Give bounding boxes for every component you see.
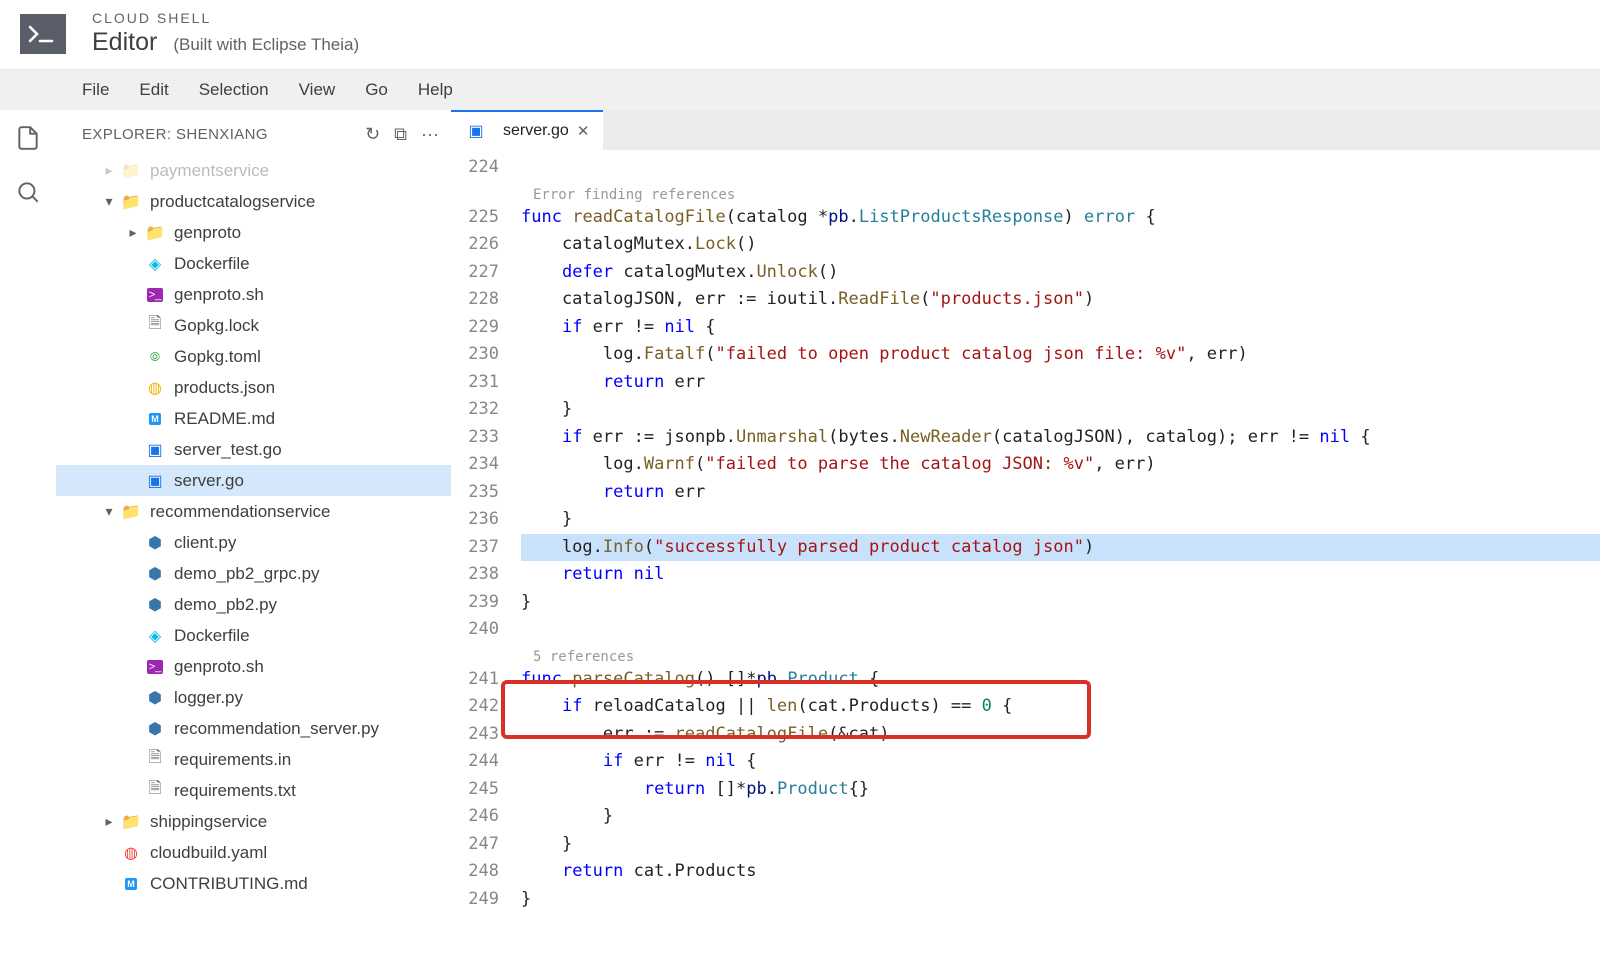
tree-folder-shippingservice[interactable]: ▸📁shippingservice: [56, 806, 451, 837]
menu-file[interactable]: File: [82, 80, 109, 100]
tree-file-genproto-sh2[interactable]: >_genproto.sh: [56, 651, 451, 682]
close-tab-icon[interactable]: ✕: [577, 122, 590, 140]
tree-file-requirements-txt[interactable]: 🗎requirements.txt: [56, 775, 451, 806]
editor-area: ▣ server.go ✕ 224 Error finding referenc…: [451, 110, 1600, 961]
menu-edit[interactable]: Edit: [139, 80, 168, 100]
collapse-all-icon[interactable]: ⧉: [394, 124, 407, 145]
tab-server-go[interactable]: ▣ server.go ✕: [451, 110, 603, 150]
more-icon[interactable]: ···: [421, 124, 439, 145]
codelens-references[interactable]: 5 references: [521, 644, 1600, 666]
activity-bar: [0, 110, 56, 961]
tree-file-genproto-sh[interactable]: >_genproto.sh: [56, 279, 451, 310]
tree-file-demo-pb2[interactable]: ⬢demo_pb2.py: [56, 589, 451, 620]
tabbar: ▣ server.go ✕: [451, 110, 1600, 150]
file-tree: ▸📁paymentservice ▾📁productcatalogservice…: [56, 153, 451, 899]
tree-file-client-py[interactable]: ⬢client.py: [56, 527, 451, 558]
header-overline: CLOUD SHELL: [92, 10, 359, 26]
explorer-title: EXPLORER: SHENXIANG: [82, 126, 365, 143]
menu-view[interactable]: View: [299, 80, 336, 100]
tree-file-dockerfile[interactable]: ◈Dockerfile: [56, 248, 451, 279]
tree-file-logger-py[interactable]: ⬢logger.py: [56, 682, 451, 713]
tree-file-gopkg-lock[interactable]: 🗎Gopkg.lock: [56, 310, 451, 341]
menubar: File Edit Selection View Go Help: [0, 69, 1600, 110]
cloud-shell-logo-icon: [20, 14, 66, 54]
header-subtitle: (Built with Eclipse Theia): [173, 35, 359, 55]
line-number: 224: [451, 154, 521, 182]
tree-file-dockerfile2[interactable]: ◈Dockerfile: [56, 620, 451, 651]
code-editor[interactable]: 224 Error finding references 225func rea…: [451, 150, 1600, 961]
tree-folder-recommendationservice[interactable]: ▾📁recommendationservice: [56, 496, 451, 527]
tree-file-gopkg-toml[interactable]: ⦾Gopkg.toml: [56, 341, 451, 372]
tree-folder-productcatalogservice[interactable]: ▾📁productcatalogservice: [56, 186, 451, 217]
explorer-panel: EXPLORER: SHENXIANG ↻ ⧉ ··· ▸📁paymentser…: [56, 110, 451, 961]
tab-label: server.go: [503, 122, 569, 140]
tree-folder-genproto[interactable]: ▸📁genproto: [56, 217, 451, 248]
tree-file-server-test-go[interactable]: ▣server_test.go: [56, 434, 451, 465]
menu-go[interactable]: Go: [365, 80, 388, 100]
header-title: Editor: [92, 28, 157, 57]
tree-file-recommendation-server-py[interactable]: ⬢recommendation_server.py: [56, 713, 451, 744]
codelens-error[interactable]: Error finding references: [521, 182, 1600, 204]
tree-file-demo-pb2-grpc[interactable]: ⬢demo_pb2_grpc.py: [56, 558, 451, 589]
tree-file-readme-md[interactable]: MREADME.md: [56, 403, 451, 434]
search-icon[interactable]: [14, 178, 42, 206]
tree-folder-paymentservice[interactable]: ▸📁paymentservice: [56, 155, 451, 186]
tree-file-server-go[interactable]: ▣server.go: [56, 465, 451, 496]
go-file-icon: ▣: [465, 121, 487, 141]
tree-file-requirements-in[interactable]: 🗎requirements.in: [56, 744, 451, 775]
files-icon[interactable]: [14, 124, 42, 152]
refresh-icon[interactable]: ↻: [365, 124, 380, 145]
menu-selection[interactable]: Selection: [199, 80, 269, 100]
tree-file-cloudbuild-yaml[interactable]: ◍cloudbuild.yaml: [56, 837, 451, 868]
menu-help[interactable]: Help: [418, 80, 453, 100]
tree-file-products-json[interactable]: ◍products.json: [56, 372, 451, 403]
tree-file-contributing-md[interactable]: MCONTRIBUTING.md: [56, 868, 451, 899]
app-header: CLOUD SHELL Editor (Built with Eclipse T…: [0, 0, 1600, 69]
